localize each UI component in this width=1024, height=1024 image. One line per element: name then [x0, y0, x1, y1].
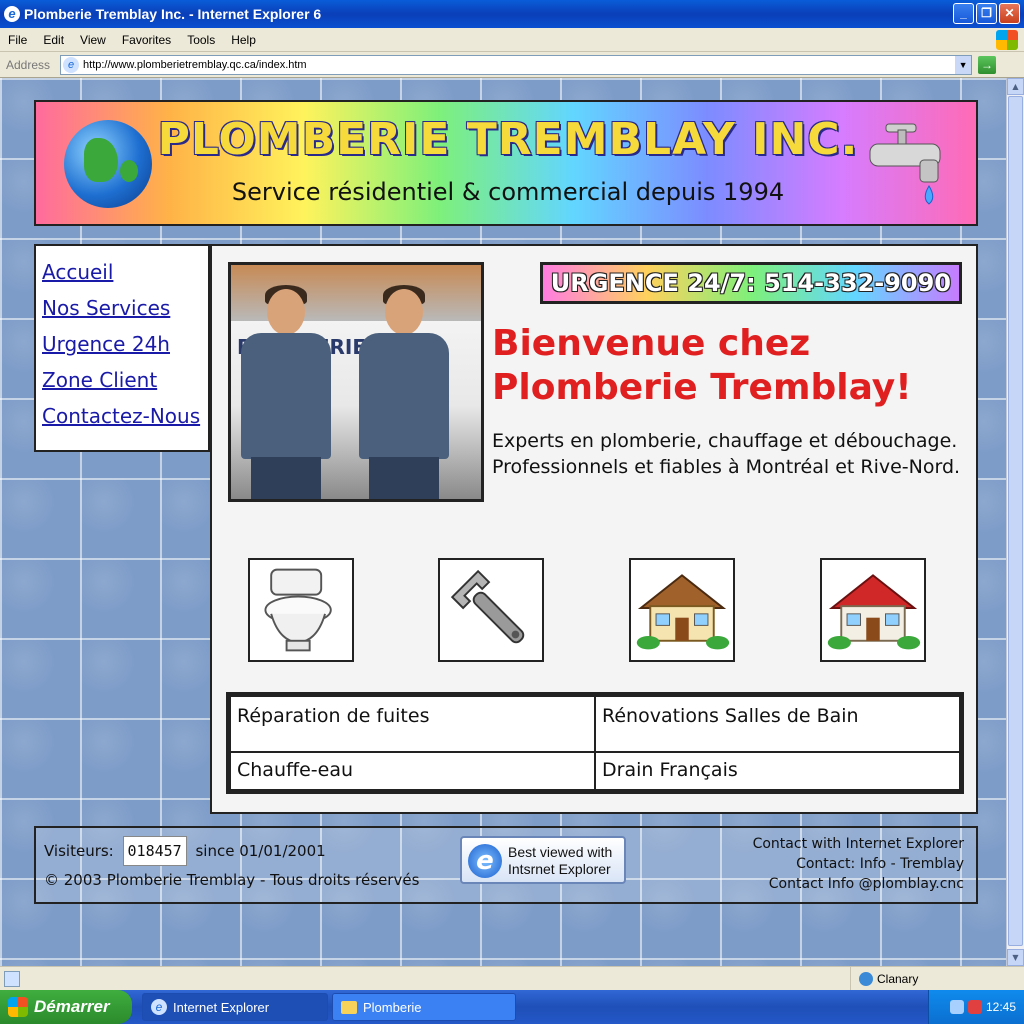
system-tray: 12:45	[928, 990, 1024, 1024]
address-input[interactable]: e http://www.plomberietremblay.qc.ca/ind…	[60, 54, 973, 75]
menu-help[interactable]: Help	[231, 33, 256, 47]
window-title: Plomberie Tremblay Inc. - Internet Explo…	[24, 6, 322, 22]
footer-left: Visiteurs: 018457 since 01/01/2001 © 200…	[44, 836, 419, 894]
welcome-line-2: Plomberie Tremblay!	[492, 367, 912, 408]
plumber-right	[353, 285, 453, 499]
menu-file[interactable]: File	[8, 33, 27, 47]
taskbar-item-ie[interactable]: e Internet Explorer	[142, 993, 328, 1021]
taskbar-item-label: Internet Explorer	[173, 999, 270, 1015]
scroll-up-icon[interactable]: ▲	[1007, 78, 1024, 95]
ie-logo-icon: e	[468, 844, 502, 878]
menu-view[interactable]: View	[80, 33, 106, 47]
scroll-thumb[interactable]	[1008, 96, 1023, 946]
page-icon: e	[63, 56, 80, 73]
main-content: PLOMBERIE URGENCE 24/7: 514-332-9090 Bie…	[210, 244, 978, 814]
minimize-button[interactable]: _	[953, 3, 974, 24]
security-zone: Clanary	[850, 967, 918, 991]
window-titlebar: e Plomberie Tremblay Inc. - Internet Exp…	[0, 0, 1024, 28]
close-button[interactable]: ✕	[999, 3, 1020, 24]
contact-line-1[interactable]: Contact with Internet Explorer	[753, 834, 964, 854]
emergency-phone-banner: URGENCE 24/7: 514-332-9090	[539, 262, 962, 304]
welcome-line-1: Bienvenue chez	[492, 323, 811, 364]
network-icon[interactable]	[949, 1000, 964, 1014]
house-red-roof-icon	[820, 558, 926, 662]
address-dropdown-icon[interactable]: ▼	[955, 55, 972, 74]
vertical-scrollbar[interactable]: ▲ ▼	[1006, 78, 1024, 966]
contact-line-2[interactable]: Contact: Info - Tremblay	[753, 854, 964, 874]
windows-flag-icon	[8, 997, 28, 1017]
welcome-heading: Bienvenue chez Plomberie Tremblay!	[492, 322, 952, 410]
nav-link-zone-client[interactable]: Zone Client	[42, 368, 202, 392]
window-controls: _ ❐ ✕	[953, 3, 1020, 24]
address-bar: Address e http://www.plomberietremblay.q…	[0, 52, 1024, 78]
zone-label: Clanary	[877, 972, 919, 986]
visitor-counter: 018457	[122, 836, 187, 866]
table-row: Réparation de fuites Rénovations Salles …	[229, 695, 961, 753]
best-viewed-line-1: Best viewed with	[508, 844, 613, 860]
service-cell: Réparation de fuites	[229, 695, 596, 753]
menu-bar: File Edit View Favorites Tools Help	[0, 28, 1024, 52]
contact-line-3[interactable]: Contact Info @plomblay.cnc	[753, 874, 964, 894]
status-bar: Clanary	[0, 966, 1024, 991]
clock: 12:45	[985, 1000, 1016, 1014]
visitors-label: Visiteurs:	[44, 842, 114, 860]
start-label: Démarrer	[34, 997, 110, 1016]
copyright: © 2003 Plomberie Tremblay - Tous droits …	[44, 871, 420, 889]
house-icon	[629, 558, 735, 662]
service-cell: Chauffe-eau	[229, 751, 596, 791]
page-viewport: PLOMBERIE TREMBLAY INC. Service résident…	[0, 78, 1024, 966]
page-status-icon	[4, 971, 20, 987]
site-title: PLOMBERIE TREMBLAY INC.	[157, 114, 859, 165]
windows-logo-icon	[996, 30, 1018, 50]
wrench-icon	[438, 558, 544, 662]
visitors-since: since 01/01/2001	[195, 842, 326, 860]
nav-link-contact[interactable]: Contactez-Nous	[42, 404, 202, 428]
best-viewed-badge[interactable]: e Best viewed with Intsrnet Explorer	[460, 836, 626, 884]
menu-favorites[interactable]: Favorites	[122, 33, 171, 47]
menu-tools[interactable]: Tools	[187, 33, 215, 47]
faucet-icon	[869, 123, 941, 205]
service-cell: Rénovations Salles de Bain	[594, 695, 961, 753]
team-photo: PLOMBERIE	[228, 262, 484, 502]
site-footer: Visiteurs: 018457 since 01/01/2001 © 200…	[34, 826, 978, 904]
taskbar-item-plomberie[interactable]: Plomberie	[332, 993, 516, 1021]
plumber-left	[235, 285, 335, 499]
address-label: Address	[6, 57, 51, 72]
best-viewed-text: Best viewed with Intsrnet Explorer	[508, 844, 612, 878]
menu-edit[interactable]: Edit	[43, 33, 64, 47]
taskbar: Démarrer e Internet Explorer Plomberie 1…	[0, 990, 1024, 1024]
scroll-down-icon[interactable]: ▼	[1007, 949, 1024, 966]
start-button[interactable]: Démarrer	[0, 990, 132, 1024]
footer-contact: Contact with Internet Explorer Contact: …	[753, 834, 964, 894]
taskbar-item-label: Plomberie	[363, 999, 422, 1015]
site-subtitle: Service résidentiel & commercial depuis …	[231, 178, 785, 206]
go-button[interactable]: →	[978, 55, 997, 74]
service-icons-row	[248, 558, 928, 662]
service-cell: Drain Français	[594, 751, 961, 791]
ie-logo-icon: e	[4, 6, 20, 22]
toilet-icon	[248, 558, 354, 662]
services-table: Réparation de fuites Rénovations Salles …	[226, 692, 964, 794]
restore-button[interactable]: ❐	[976, 3, 997, 24]
nav-link-services[interactable]: Nos Services	[42, 296, 202, 320]
best-viewed-line-2: Intsrnet Explorer	[508, 861, 611, 877]
nav-link-accueil[interactable]: Accueil	[42, 260, 202, 284]
security-alert-icon[interactable]	[967, 1000, 982, 1014]
sidebar-nav: Accueil Nos Services Urgence 24h Zone Cl…	[34, 244, 210, 452]
ie-logo-icon: e	[151, 999, 167, 1015]
folder-icon	[341, 1000, 357, 1014]
nav-link-urgence[interactable]: Urgence 24h	[42, 332, 202, 356]
zone-icon	[859, 972, 873, 986]
intro-text: Experts en plomberie, chauffage et débou…	[492, 430, 961, 478]
site-banner: PLOMBERIE TREMBLAY INC. Service résident…	[34, 100, 978, 226]
address-url: http://www.plomberietremblay.qc.ca/index…	[83, 58, 307, 71]
table-row: Chauffe-eau Drain Français	[229, 751, 961, 791]
